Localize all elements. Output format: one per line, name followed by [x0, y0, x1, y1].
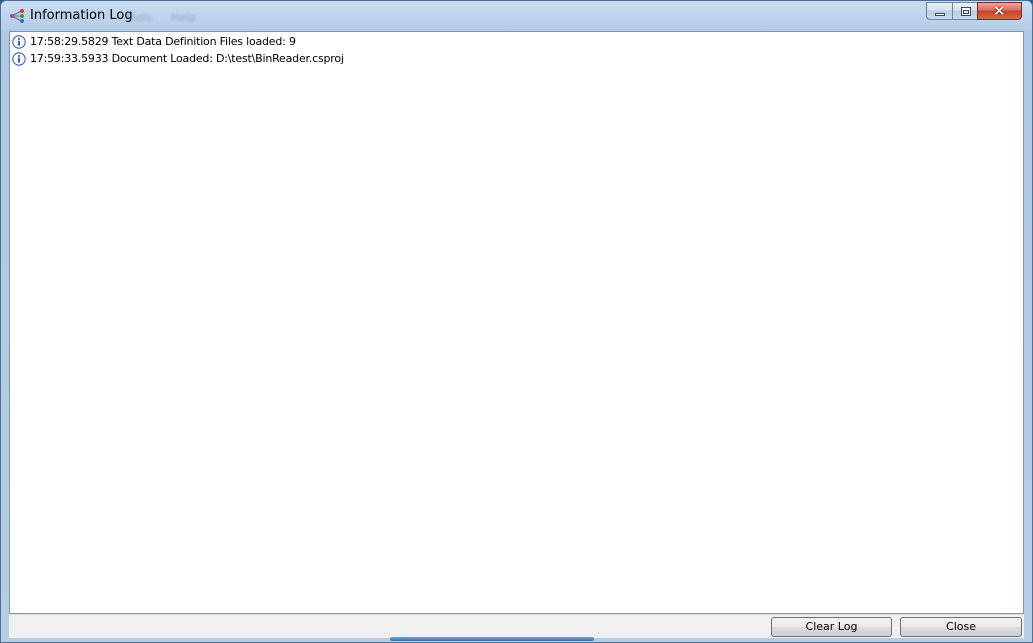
clear-log-button[interactable]: Clear Log — [771, 617, 892, 637]
information-log-window: Information Log Tools Help ✕ 17:58:29.58… — [0, 0, 1033, 643]
restore-icon — [961, 7, 971, 16]
tree-branch-icon — [10, 9, 24, 23]
button-bar: Clear Log Close — [9, 614, 1024, 638]
log-entry-text: 17:58:29.5829 Text Data Definition Files… — [30, 35, 296, 48]
minimize-icon — [935, 13, 945, 16]
close-icon: ✕ — [993, 2, 1006, 20]
log-entry[interactable]: 17:59:33.5933 Document Loaded: D:\test\B… — [12, 50, 344, 67]
maximize-button[interactable] — [952, 2, 978, 20]
info-icon — [12, 34, 26, 49]
minimize-button[interactable] — [926, 2, 953, 20]
window-title: Information Log — [30, 8, 133, 23]
log-entry-text: 17:59:33.5933 Document Loaded: D:\test\B… — [30, 52, 344, 65]
log-list[interactable]: 17:58:29.5829 Text Data Definition Files… — [9, 31, 1024, 614]
info-icon — [12, 51, 26, 66]
close-window-button[interactable]: ✕ — [977, 2, 1022, 20]
ghost-menu-help: Help — [171, 11, 197, 24]
log-entry[interactable]: 17:58:29.5829 Text Data Definition Files… — [12, 33, 296, 50]
close-button[interactable]: Close — [900, 617, 1022, 637]
title-bar[interactable]: Information Log Tools Help ✕ — [1, 1, 1032, 31]
ghost-menu-tools: Tools — [125, 11, 153, 24]
taskbar-glint — [390, 637, 594, 641]
